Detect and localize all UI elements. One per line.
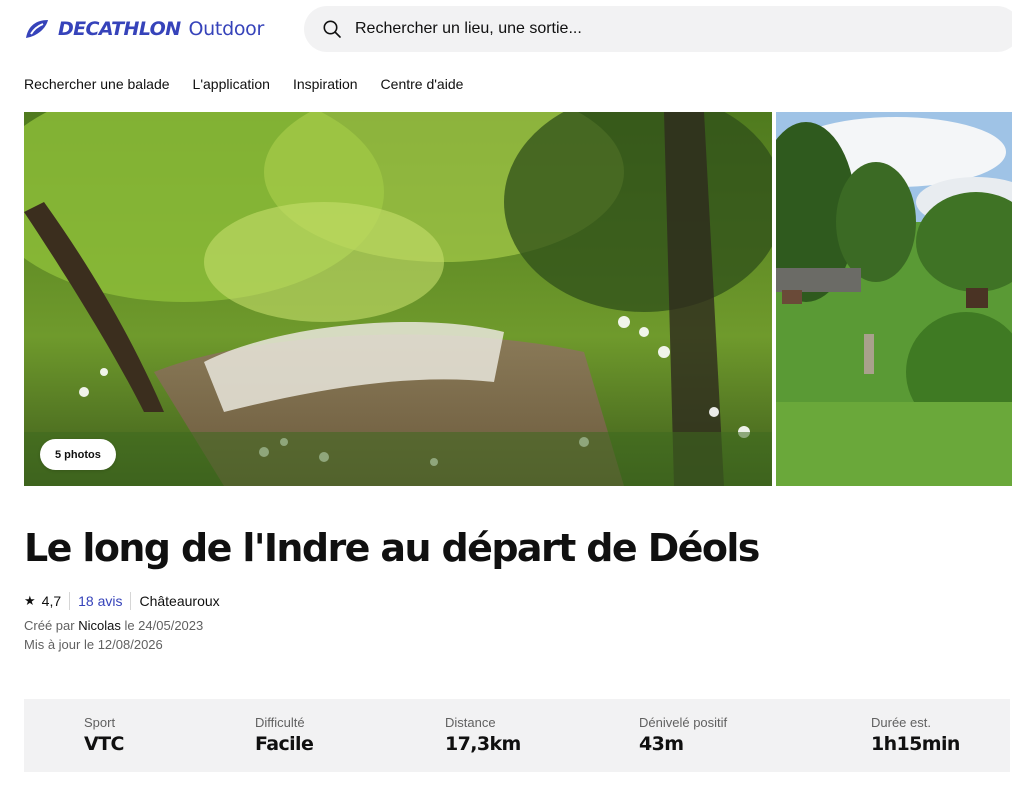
author-name: Nicolas [78,618,121,633]
stat-value: 17,3km [445,733,521,755]
star-icon: ★ [24,593,36,608]
rating-row: ★ 4,7 18 avis Châteauroux [24,592,220,610]
secondary-photo[interactable] [776,112,1012,486]
rating-value: 4,7 [41,593,62,609]
stat-sport: Sport VTC [84,715,124,755]
location-text: Châteauroux [139,593,220,609]
stat-value: 43m [639,733,684,755]
divider [130,592,132,610]
stat-elevation: Dénivelé positif 43m [639,715,727,755]
nav-item-application[interactable]: L'application [193,76,270,92]
stat-label: Dénivelé positif [639,715,728,730]
stat-distance: Distance 17,3km [445,715,521,755]
created-info: Créé par Nicolas le 24/05/2023 [24,618,203,633]
main-photo[interactable] [24,112,772,486]
logo-brand-text: DECATHLON [58,18,181,40]
page-title: Le long de l'Indre au départ de Déols [24,526,760,570]
created-prefix: Créé par [24,618,75,633]
logo-sub-text: Outdoor [188,18,265,40]
photos-count-button[interactable]: 5 photos [40,439,116,470]
stat-duration: Durée est. 1h15min [871,715,960,755]
main-nav: Rechercher une balade L'application Insp… [24,76,463,92]
stat-value: VTC [84,733,124,755]
stat-label: Difficulté [255,715,305,730]
decathlon-logo-icon [26,20,48,38]
meadow-photo-image [776,112,1012,486]
stat-value: Facile [255,733,314,755]
search-input[interactable] [355,20,955,38]
route-stats: Sport VTC Difficulté Facile Distance 17,… [24,699,1010,772]
stat-label: Sport [84,715,116,730]
stat-value: 1h15min [871,733,960,755]
search-bar[interactable] [304,6,1012,52]
nav-item-inspiration[interactable]: Inspiration [293,76,358,92]
search-icon [323,20,341,38]
decathlon-outdoor-logo[interactable]: DECATHLON Outdoor [24,16,264,42]
stat-label: Distance [445,715,496,730]
nav-item-rechercher-balade[interactable]: Rechercher une balade [24,76,170,92]
stat-difficulty: Difficulté Facile [255,715,314,755]
updated-info: Mis à jour le 12/08/2026 [24,637,163,652]
created-date: le 24/05/2023 [124,618,204,633]
stat-label: Durée est. [871,715,931,730]
river-photo-image [24,112,772,486]
nav-item-centre-aide[interactable]: Centre d'aide [381,76,464,92]
divider [69,592,71,610]
reviews-link[interactable]: 18 avis [78,593,122,609]
